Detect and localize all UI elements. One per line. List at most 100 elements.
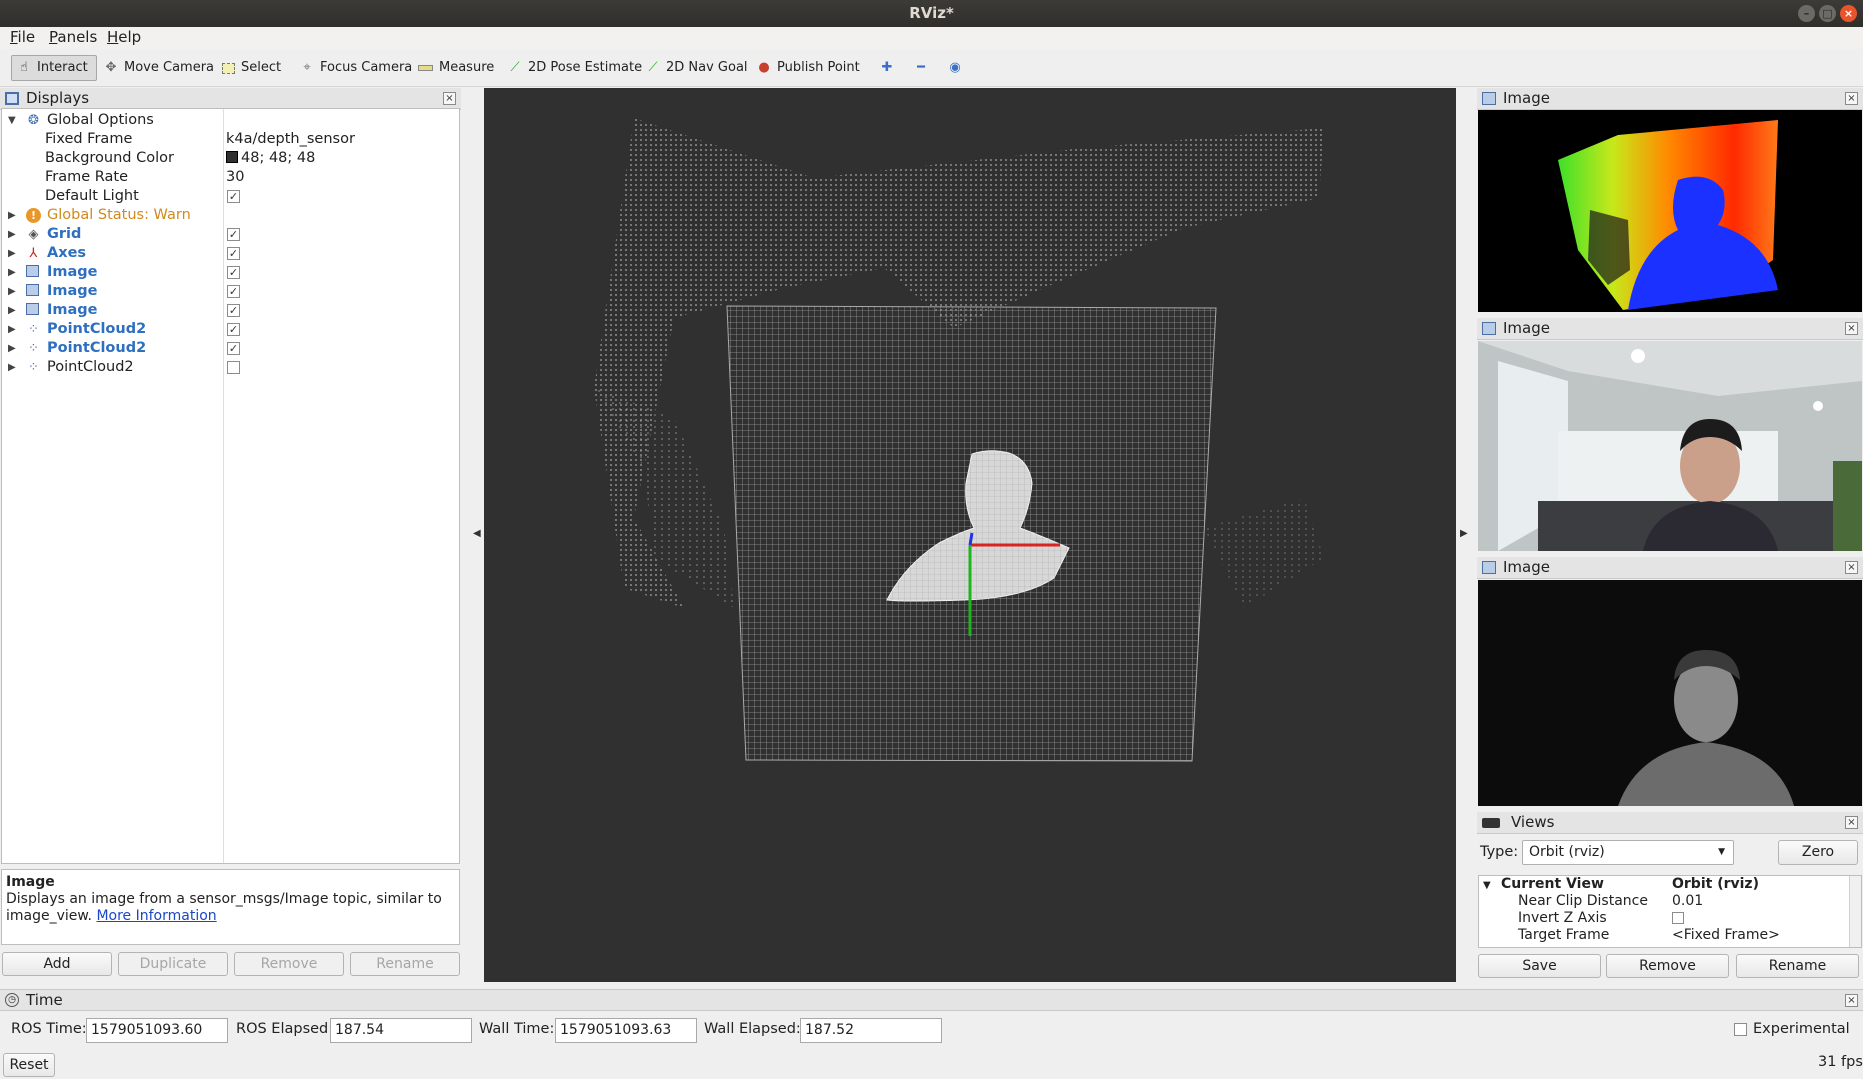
image-icon — [26, 303, 39, 315]
close-panel-button[interactable]: × — [1845, 994, 1858, 1007]
fixed-frame-label: Fixed Frame — [45, 131, 133, 147]
display-enabled-checkbox[interactable]: ✓ — [227, 266, 240, 279]
2d-pose-estimate-label: 2D Pose Estimate — [528, 60, 643, 75]
collapse-right-arrow-icon[interactable]: ▶ — [1460, 528, 1468, 539]
3d-render-view[interactable] — [484, 88, 1456, 982]
focus-camera-tool-button[interactable]: ⌖ Focus Camera — [296, 55, 412, 81]
target-frame-value[interactable]: <Fixed Frame> — [1672, 927, 1780, 944]
close-panel-button[interactable]: × — [1845, 561, 1858, 574]
color-swatch — [226, 151, 238, 163]
display-enabled-checkbox[interactable]: ✓ — [227, 323, 240, 336]
zero-view-button[interactable]: Zero — [1778, 840, 1858, 865]
ros-time-field[interactable]: 1579051093.60 — [86, 1018, 228, 1043]
view-type-select[interactable]: Orbit (rviz) ▼ — [1522, 840, 1734, 865]
move-camera-tool-button[interactable]: ✥ Move Camera — [100, 55, 214, 81]
display-enabled-checkbox[interactable]: ✓ — [227, 304, 240, 317]
expand-arrow-icon[interactable]: ▶ — [8, 206, 16, 225]
tree-row-pointcloud-2[interactable]: ▶ ⁘ PointCloud2 ✓ — [2, 339, 459, 358]
tree-row-image-1[interactable]: ▶ Image ✓ — [2, 263, 459, 282]
tree-row-global-options[interactable]: ▼ ❂ Global Options — [2, 111, 459, 130]
ros-elapsed-field[interactable]: 187.54 — [330, 1018, 472, 1043]
time-panel-header: ◷ Time × — [0, 989, 1863, 1011]
expand-arrow-icon[interactable]: ▶ — [8, 320, 16, 339]
image-panel-1-title: Image — [1503, 89, 1550, 107]
point-cloud-scene — [594, 118, 1324, 762]
fixed-frame-value[interactable]: k4a/depth_sensor — [226, 130, 355, 149]
duplicate-display-button[interactable]: Duplicate — [118, 952, 228, 976]
expand-arrow-icon[interactable]: ▶ — [8, 339, 16, 358]
map-pin-icon: ● — [758, 60, 770, 75]
menu-file[interactable]: File — [10, 28, 35, 46]
close-window-button[interactable]: × — [1840, 5, 1857, 22]
display-enabled-checkbox[interactable]: ✓ — [227, 247, 240, 260]
add-tool-button[interactable]: ✚ — [876, 55, 894, 81]
default-light-checkbox[interactable]: ✓ — [227, 190, 240, 203]
expand-arrow-icon[interactable]: ▼ — [1483, 877, 1491, 894]
select-tool-button[interactable]: Select — [218, 55, 281, 81]
expand-arrow-icon[interactable]: ▶ — [8, 358, 16, 377]
2d-pose-estimate-tool-button[interactable]: ⟋ 2D Pose Estimate — [504, 55, 642, 81]
expand-arrow-icon[interactable]: ▶ — [8, 301, 16, 320]
close-panel-button[interactable]: × — [443, 92, 456, 105]
interact-tool-button[interactable]: ☝ Interact — [11, 55, 97, 81]
tree-row-pointcloud-3[interactable]: ▶ ⁘ PointCloud2 — [2, 358, 459, 377]
experimental-checkbox[interactable] — [1734, 1023, 1747, 1036]
reset-button[interactable]: Reset — [3, 1053, 55, 1077]
measure-tool-button[interactable]: Measure — [414, 55, 494, 81]
focus-camera-label: Focus Camera — [320, 60, 413, 75]
tree-row-pointcloud-1[interactable]: ▶ ⁘ PointCloud2 ✓ — [2, 320, 459, 339]
tree-row-frame-rate[interactable]: Frame Rate 30 — [2, 168, 459, 187]
wall-elapsed-field[interactable]: 187.52 — [800, 1018, 942, 1043]
select-icon — [222, 62, 235, 74]
remove-view-button[interactable]: Remove — [1606, 954, 1729, 978]
displays-tree[interactable]: ▼ ❂ Global Options Fixed Frame k4a/depth… — [1, 108, 460, 864]
expand-arrow-icon[interactable]: ▶ — [8, 225, 16, 244]
close-panel-button[interactable]: × — [1845, 92, 1858, 105]
tree-row-fixed-frame[interactable]: Fixed Frame k4a/depth_sensor — [2, 130, 459, 149]
display-enabled-checkbox[interactable]: ✓ — [227, 285, 240, 298]
expand-arrow-icon[interactable]: ▼ — [8, 111, 16, 130]
pointcloud-icon: ⁘ — [28, 360, 39, 375]
more-information-link[interactable]: More Information — [96, 908, 216, 924]
tree-row-axes[interactable]: ▶ ⅄ Axes ✓ — [2, 244, 459, 263]
close-panel-button[interactable]: × — [1845, 816, 1858, 829]
remove-display-button[interactable]: Remove — [234, 952, 344, 976]
menu-panels[interactable]: Panels — [49, 28, 97, 46]
collapse-left-arrow-icon[interactable]: ◀ — [473, 528, 481, 539]
tree-row-default-light[interactable]: Default Light ✓ — [2, 187, 459, 206]
rename-view-button[interactable]: Rename — [1736, 954, 1859, 978]
menu-help[interactable]: Help — [107, 28, 141, 46]
invert-z-checkbox[interactable] — [1672, 912, 1684, 924]
tree-row-image-2[interactable]: ▶ Image ✓ — [2, 282, 459, 301]
tree-row-image-3[interactable]: ▶ Image ✓ — [2, 301, 459, 320]
vertical-scrollbar[interactable] — [1849, 876, 1861, 947]
2d-nav-goal-tool-button[interactable]: ⟋ 2D Nav Goal — [642, 55, 748, 81]
expand-arrow-icon[interactable]: ▶ — [8, 282, 16, 301]
save-view-button[interactable]: Save — [1478, 954, 1601, 978]
tool-properties-button[interactable]: ◉ — [944, 55, 962, 81]
background-color-value-cell[interactable]: 48; 48; 48 — [226, 149, 315, 168]
maximize-button[interactable]: □ — [1819, 5, 1836, 22]
expand-arrow-icon[interactable]: ▶ — [8, 263, 16, 282]
2d-nav-goal-label: 2D Nav Goal — [666, 60, 748, 75]
close-panel-button[interactable]: × — [1845, 322, 1858, 335]
publish-point-tool-button[interactable]: ● Publish Point — [753, 55, 859, 81]
display-enabled-checkbox[interactable]: ✓ — [227, 342, 240, 355]
tree-row-background-color[interactable]: Background Color 48; 48; 48 — [2, 149, 459, 168]
near-clip-value[interactable]: 0.01 — [1672, 893, 1703, 910]
tree-row-global-status[interactable]: ▶ ! Global Status: Warn — [2, 206, 459, 225]
tree-row-grid[interactable]: ▶ ◈ Grid ✓ — [2, 225, 459, 244]
wall-time-field[interactable]: 1579051093.63 — [555, 1018, 697, 1043]
time-panel-title: Time — [26, 991, 63, 1009]
display-enabled-checkbox[interactable]: ✓ — [227, 228, 240, 241]
rename-display-button[interactable]: Rename — [350, 952, 460, 976]
view-properties-tree[interactable]: ▼ Current View Orbit (rviz) Near Clip Di… — [1478, 875, 1862, 948]
frame-rate-value[interactable]: 30 — [226, 168, 244, 187]
minimize-button[interactable]: – — [1798, 5, 1815, 22]
expand-arrow-icon[interactable]: ▶ — [8, 244, 16, 263]
image-panel-3-header: Image × — [1477, 557, 1863, 579]
clock-icon: ◷ — [5, 993, 19, 1007]
display-enabled-checkbox[interactable] — [227, 361, 240, 374]
add-display-button[interactable]: Add — [2, 952, 112, 976]
remove-tool-button[interactable]: ━ — [910, 55, 928, 81]
